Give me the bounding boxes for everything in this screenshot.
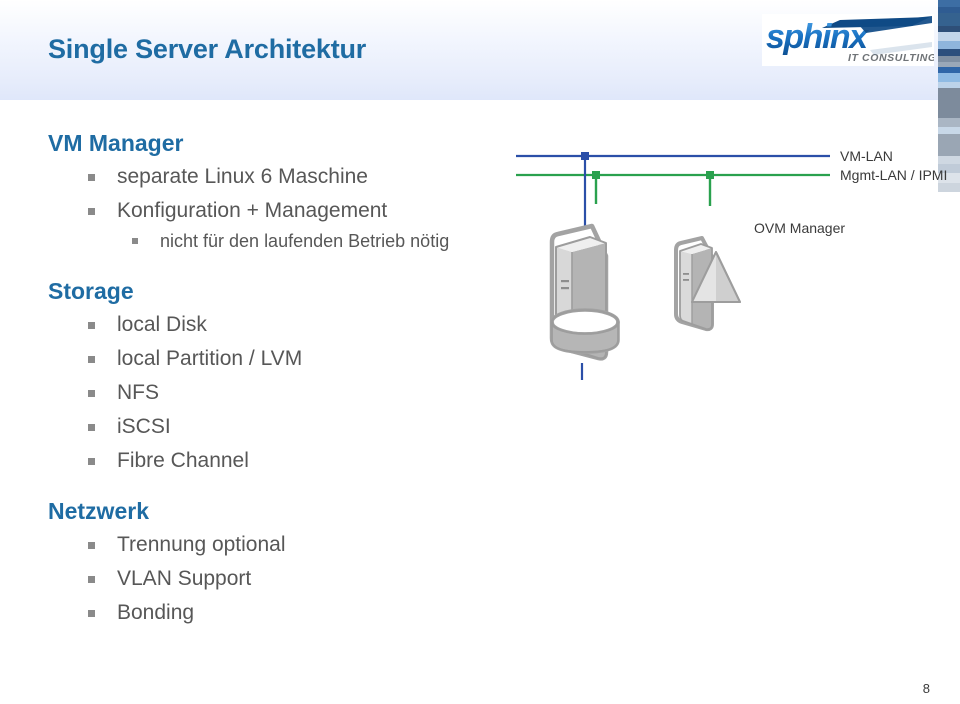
sphinx-logo-icon: sphinx IT CONSULTING [766, 16, 934, 64]
edge-bar-13 [938, 118, 960, 127]
mgmt-lan-junction-ovm [706, 171, 714, 179]
bullet-item: VLAN Support [88, 562, 500, 596]
edge-bar-5 [938, 41, 960, 49]
page-number: 8 [922, 681, 930, 696]
bullet-item: nicht für den laufenden Betrieb nötig [132, 228, 500, 254]
mgmt-lan-label: Mgmt-LAN / IPMI [840, 167, 947, 183]
edge-bar-4 [938, 32, 960, 41]
edge-bar-12 [938, 88, 960, 118]
edge-bar-2 [938, 13, 960, 26]
svg-text:IT CONSULTING: IT CONSULTING [848, 52, 934, 64]
edge-bar-10 [938, 73, 960, 82]
edge-bar-0 [938, 0, 960, 7]
vm-lan-junction [581, 152, 589, 160]
bullet-item: NFS [88, 376, 500, 410]
mgmt-lan-junction-server [592, 171, 600, 179]
bullet-item: Trennung optional [88, 528, 500, 562]
bullet-item: iSCSI [88, 410, 500, 444]
storage-disk [550, 308, 620, 354]
sphinx-logo: sphinx IT CONSULTING [762, 14, 934, 66]
bullet-item: Fibre Channel [88, 444, 500, 478]
ovm-manager-icon [674, 236, 741, 332]
svg-text:sphinx: sphinx [766, 18, 870, 56]
page-title: Single Server Architektur [48, 34, 367, 64]
section-heading-vm-manager: VM Manager [48, 130, 184, 156]
vm-lan-label: VM-LAN [840, 148, 893, 164]
bullet-item: Bonding [88, 596, 500, 630]
bullet-item: local Partition / LVM [88, 342, 500, 376]
section-heading-storage: Storage [48, 278, 134, 304]
edge-bar-6 [938, 49, 960, 56]
ovm-manager-label: OVM Manager [754, 220, 845, 236]
section-heading-netzwerk: Netzwerk [48, 498, 149, 524]
bullet-item: separate Linux 6 Maschine [88, 160, 500, 194]
bullet-item: Konfiguration + Management [88, 194, 500, 228]
bullet-item: local Disk [88, 308, 500, 342]
slide-body-content: VM Manager separate Linux 6 Maschine Konfi… [0, 128, 500, 630]
